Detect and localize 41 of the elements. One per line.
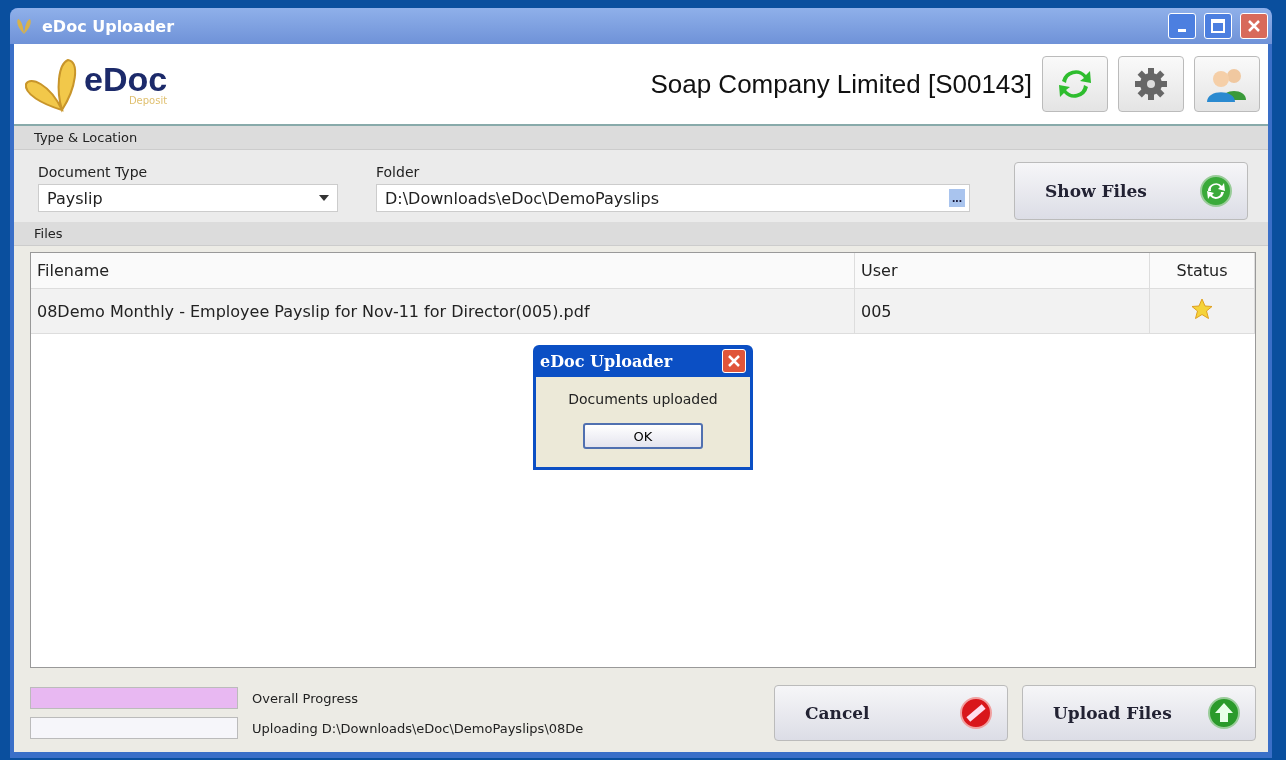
company-name: Soap Company Limited [S00143] [650,68,1032,100]
two-people-icon [1206,66,1248,102]
circular-arrows-icon [1199,174,1233,208]
section-header: Type & Location [14,126,1268,150]
column-header: User [854,253,1150,289]
minimize-button[interactable] [1168,13,1196,39]
logo-subtext: Deposit [128,96,168,106]
no-entry-icon [959,696,993,730]
window-title: eDoc Uploader [42,16,176,36]
maximize-icon [1211,19,1225,33]
column-header: Status [1149,253,1255,289]
table-cell: 08Demo Monthly - Employee Payslip for Nov-11 for Director(005).pdf [31,288,855,334]
settings-button[interactable] [1118,56,1184,112]
dialog-message: Documents uploaded [568,391,718,407]
progress-label: Overall Progress [252,690,359,706]
column-header: Filename [31,253,855,289]
logo-text: eDoc [84,62,168,96]
show-files-button[interactable]: Show Files [1014,162,1248,220]
maximize-button[interactable] [1204,13,1232,39]
upload-button[interactable]: Upload Files [1022,685,1256,741]
document-type-dropdown[interactable]: Payslip [38,184,338,212]
close-button[interactable] [1240,13,1268,39]
table-cell: 005 [854,288,1150,334]
progress-label: Uploading D:\Downloads\eDoc\DemoPayslips\08De [252,720,584,736]
ok-button[interactable]: OK [583,423,703,449]
users-button[interactable] [1194,56,1260,112]
cancel-button[interactable]: Cancel [774,685,1008,741]
refresh-button[interactable] [1042,56,1108,112]
minimize-icon [1178,28,1186,32]
butterfly-icon [14,16,34,36]
field-label: Document Type [38,164,149,180]
browse-button[interactable]: ... [949,189,965,207]
section-header: Files [14,222,1268,246]
gear-icon [1133,66,1169,102]
close-icon [728,355,740,367]
field-label: Folder [376,164,421,180]
folder-field[interactable]: D:\Downloads\eDoc\DemoPayslips ... [376,184,970,212]
close-button[interactable] [722,349,746,373]
close-icon [1247,19,1261,33]
dialog-title: eDoc Uploader [540,351,673,371]
dropdown-arrow-icon [319,195,329,201]
